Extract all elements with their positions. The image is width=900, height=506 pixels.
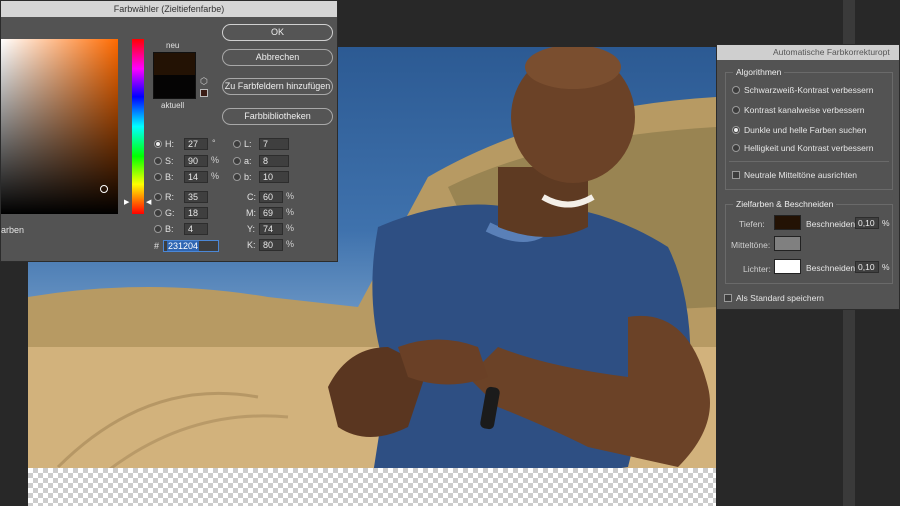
color-field-marker[interactable] [100,185,108,193]
red-radio[interactable] [154,193,162,201]
midtones-label: Mitteltöne: [731,240,771,250]
yellow-label: Y: [247,224,256,234]
red-label: R: [165,192,174,202]
highlights-clip-field[interactable]: 0,10 [855,261,879,273]
yellow-field[interactable]: 74 [259,223,283,235]
gamut-swatch-icon[interactable] [200,89,208,97]
shadows-clip-field[interactable]: 0,10 [855,217,879,229]
algorithm-radio-3[interactable] [732,126,740,134]
algorithm-radio-2[interactable] [732,106,740,114]
green-label: G: [165,208,175,218]
highlights-label: Lichter: [743,264,771,274]
hue-slider-left-arrow-icon[interactable]: ▶ [124,198,129,206]
black-field[interactable]: 80 [259,239,283,251]
hue-field[interactable]: 27 [184,138,208,150]
hue-slider[interactable] [132,39,144,214]
lab-a-label: a: [244,156,252,166]
algorithm-label-3[interactable]: Dunkle und helle Farben suchen [744,125,866,135]
black-unit: % [286,239,295,249]
lab-l-label: L: [244,139,252,149]
save-default-checkbox[interactable] [724,294,732,302]
lab-l-field[interactable]: 7 [259,138,289,150]
algorithm-label-2[interactable]: Kontrast kanalweise verbessern [744,105,864,115]
brightness-label: B: [165,172,174,182]
divider [729,161,889,162]
lab-b-label: b: [244,172,252,182]
targets-title: Zielfarben & Beschneiden [733,199,837,209]
hex-label: # [154,241,160,251]
yellow-unit: % [286,223,295,233]
red-field[interactable]: 35 [184,191,208,203]
lab-b-radio[interactable] [233,173,241,181]
gamut-cube-icon[interactable]: ⬡ [200,76,208,87]
green-radio[interactable] [154,209,162,217]
brightness-unit: % [211,171,220,181]
black-label: K: [247,240,256,250]
midtones-color-swatch[interactable] [774,236,801,251]
saturation-radio[interactable] [154,157,162,165]
lab-a-radio[interactable] [233,157,241,165]
new-color-swatch [153,52,196,76]
add-to-swatches-button[interactable]: Zu Farbfeldern hinzufügen [222,78,333,95]
highlights-clip-label: Beschneiden: [806,263,858,273]
shadows-color-swatch[interactable] [774,215,801,230]
shadows-clip-unit: % [882,218,890,228]
hue-slider-right-arrow-icon[interactable]: ◀ [146,198,151,206]
hex-field[interactable]: 231204 [163,240,219,252]
neutral-midtones-checkbox[interactable] [732,171,740,179]
lab-a-field[interactable]: 8 [259,155,289,167]
brightness-field[interactable]: 14 [184,171,208,183]
cyan-field[interactable]: 60 [259,191,283,203]
current-color-label: aktuell [161,101,185,110]
blue-field[interactable]: 4 [184,223,208,235]
hue-label: H: [165,139,174,149]
dialog-title: Automatische Farbkorrekturopt [717,45,899,60]
cyan-unit: % [286,191,295,201]
color-libraries-button[interactable]: Farbbibliotheken [222,108,333,125]
green-field[interactable]: 18 [184,207,208,219]
algorithm-radio-4[interactable] [732,144,740,152]
saturation-unit: % [211,155,220,165]
only-web-colors-label: arben [1,225,25,235]
blue-radio[interactable] [154,225,162,233]
highlights-clip-unit: % [882,262,890,272]
magenta-unit: % [286,207,295,217]
new-color-label: neu [166,41,180,50]
save-default-label[interactable]: Als Standard speichern [736,293,824,303]
shadows-label: Tiefen: [739,219,765,229]
blue-label: B: [165,224,174,234]
color-field[interactable] [1,39,118,214]
lab-l-radio[interactable] [233,140,241,148]
cancel-button[interactable]: Abbrechen [222,49,333,66]
ok-button[interactable]: OK [222,24,333,41]
brightness-radio[interactable] [154,173,162,181]
hue-radio[interactable] [154,140,162,148]
algorithm-radio-1[interactable] [732,86,740,94]
saturation-label: S: [165,156,174,166]
magenta-label: M: [246,208,256,218]
algorithm-label-1[interactable]: Schwarzweiß-Kontrast verbessern [744,85,873,95]
magenta-field[interactable]: 69 [259,207,283,219]
cyan-label: C: [247,192,256,202]
saturation-field[interactable]: 90 [184,155,208,167]
highlights-color-swatch[interactable] [774,259,801,274]
shadows-clip-label: Beschneiden: [806,219,858,229]
hue-unit: ° [212,138,216,148]
neutral-midtones-label[interactable]: Neutrale Mitteltöne ausrichten [744,170,857,180]
color-picker-dialog: Farbwähler (Zieltiefenfarbe) arben ▶ ◀ n… [0,0,338,262]
dialog-title: Farbwähler (Zieltiefenfarbe) [1,1,337,17]
algorithms-title: Algorithmen [733,67,785,77]
algorithm-label-4[interactable]: Helligkeit und Kontrast verbessern [744,143,873,153]
current-color-swatch[interactable] [153,75,196,99]
lab-b-field[interactable]: 10 [259,171,289,183]
auto-color-correction-dialog: Automatische Farbkorrekturopt Algorithme… [716,44,900,310]
hex-value: 231204 [167,241,200,251]
transparent-area [28,468,716,506]
